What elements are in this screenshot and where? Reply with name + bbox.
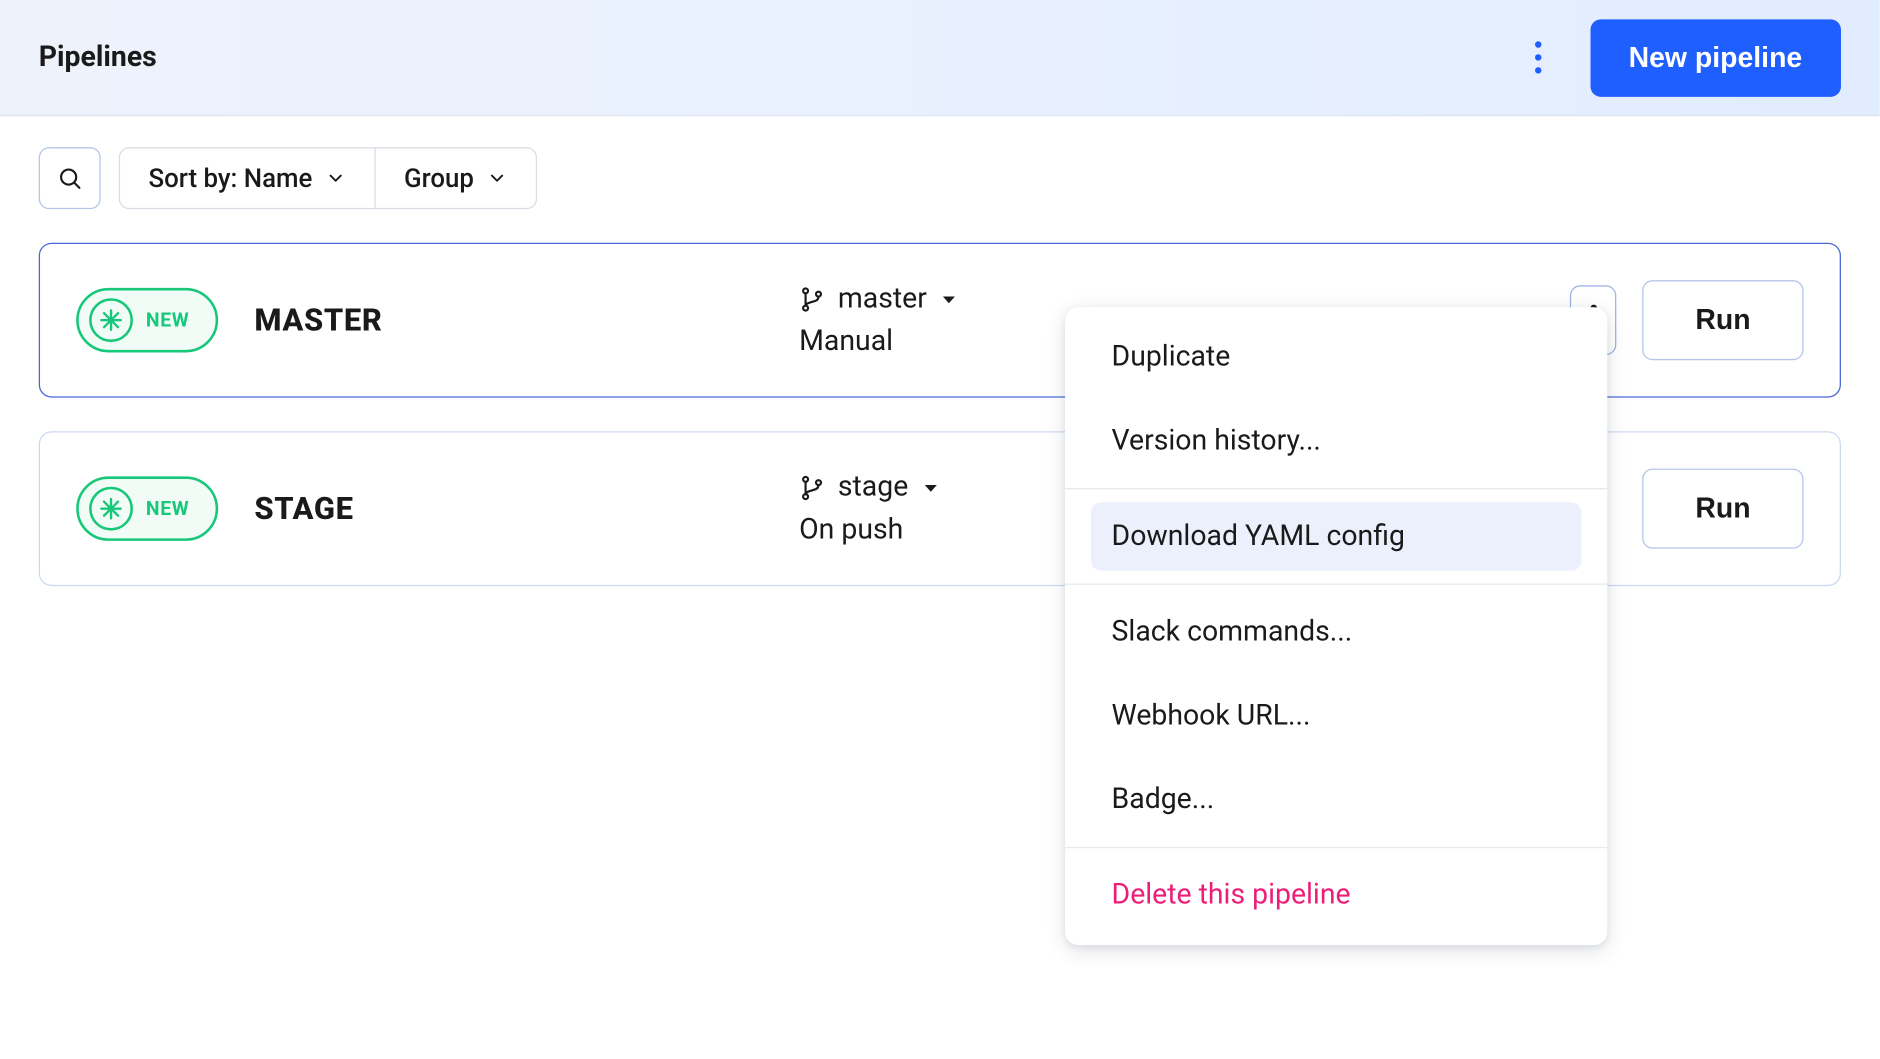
menu-item-delete-pipeline[interactable]: Delete this pipeline: [1065, 853, 1607, 937]
caret-down-icon: [921, 478, 939, 496]
kebab-dot-icon: [1535, 67, 1541, 73]
kebab-dot-icon: [1535, 54, 1541, 60]
pipeline-list: NEW MASTER master Manual Run: [0, 209, 1880, 586]
header-more-button[interactable]: [1523, 32, 1554, 84]
status-badge: NEW: [76, 476, 218, 541]
group-dropdown[interactable]: Group: [374, 148, 536, 207]
status-badge-label: NEW: [146, 309, 189, 332]
group-label: Group: [404, 163, 474, 194]
new-pipeline-button[interactable]: New pipeline: [1590, 19, 1841, 96]
pipeline-context-menu: Duplicate Version history... Download YA…: [1065, 307, 1607, 945]
pipeline-name: STAGE: [254, 491, 353, 527]
kebab-dot-icon: [1535, 41, 1541, 47]
status-icon: [89, 487, 133, 531]
caret-down-icon: [940, 290, 958, 308]
status-badge-label: NEW: [146, 497, 189, 520]
branch-icon: [799, 474, 825, 500]
run-button[interactable]: Run: [1642, 280, 1803, 360]
menu-separator: [1065, 847, 1607, 848]
status-icon: [89, 298, 133, 342]
run-button[interactable]: Run: [1642, 469, 1803, 549]
page-title: Pipelines: [39, 41, 157, 73]
menu-item-duplicate[interactable]: Duplicate: [1065, 315, 1607, 399]
menu-separator: [1065, 488, 1607, 489]
branch-icon: [799, 286, 825, 312]
branch-name: master: [838, 283, 927, 315]
menu-item-download-yaml[interactable]: Download YAML config: [1065, 494, 1607, 578]
branch-name: stage: [838, 471, 908, 503]
sort-dropdown[interactable]: Sort by: Name: [120, 148, 374, 207]
search-icon: [57, 165, 83, 191]
pipeline-name: MASTER: [254, 302, 382, 338]
menu-item-version-history[interactable]: Version history...: [1065, 399, 1607, 483]
search-button[interactable]: [39, 147, 101, 209]
menu-item-webhook-url[interactable]: Webhook URL...: [1065, 674, 1607, 758]
menu-separator: [1065, 584, 1607, 585]
chevron-down-icon: [325, 168, 346, 189]
menu-item-slack-commands[interactable]: Slack commands...: [1065, 590, 1607, 674]
chevron-down-icon: [487, 168, 508, 189]
menu-item-badge[interactable]: Badge...: [1065, 758, 1607, 842]
toolbar: Sort by: Name Group: [0, 116, 1880, 209]
status-badge: NEW: [76, 288, 218, 353]
sort-label: Sort by: Name: [148, 163, 312, 194]
page-header: Pipelines New pipeline: [0, 0, 1880, 116]
